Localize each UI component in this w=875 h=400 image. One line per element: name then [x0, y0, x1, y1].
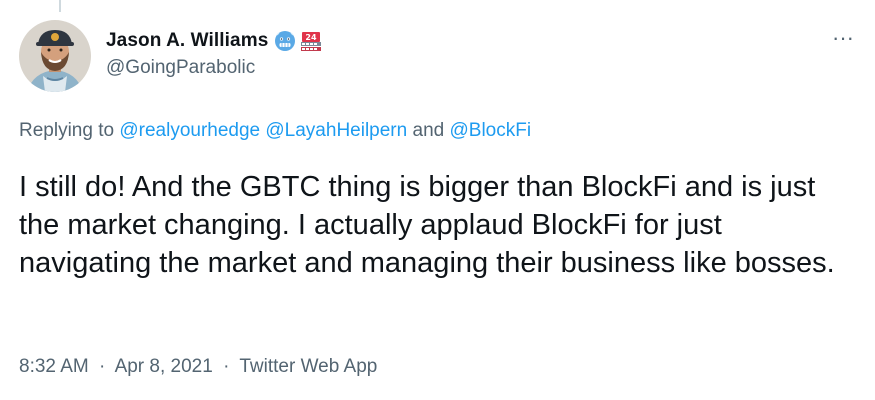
replying-to-conjunction: and — [412, 120, 445, 141]
tweet-body-text: I still do! And the GBTC thing is bigger… — [19, 171, 835, 279]
author-display-name[interactable]: Jason A. Williams — [106, 30, 268, 52]
cold-face-emoji-icon — [274, 30, 296, 52]
more-horizontal-icon: ··· — [832, 25, 854, 50]
author-info: Jason A. Williams 24 @GoingParabolic — [106, 27, 322, 79]
author-name-row: Jason A. Williams 24 — [106, 27, 322, 55]
meta-separator: · — [99, 356, 106, 377]
mention-link-blockfi[interactable]: @BlockFi — [449, 120, 531, 141]
mention-link-realyourhedge[interactable]: @realyourhedge — [119, 120, 260, 141]
more-options-button[interactable]: ··· — [829, 25, 857, 50]
svg-text:24: 24 — [306, 33, 318, 42]
replying-to-line: Replying to @realyourhedge @LayahHeilper… — [19, 120, 531, 142]
avatar-image — [19, 20, 91, 92]
mention-link-layahheilpern[interactable]: @LayahHeilpern — [265, 120, 407, 141]
thread-connector-line — [59, 0, 61, 12]
calendar-24-emoji-icon: 24 — [300, 30, 322, 52]
tweet-metadata: 8:32 AM · Apr 8, 2021 · Twitter Web App — [19, 356, 377, 378]
author-handle[interactable]: @GoingParabolic — [106, 57, 322, 79]
replying-to-label: Replying to — [19, 120, 115, 141]
tweet-source-app[interactable]: Twitter Web App — [239, 356, 377, 377]
avatar[interactable] — [19, 20, 91, 92]
tweet-timestamp-time[interactable]: 8:32 AM — [19, 356, 89, 377]
meta-separator: · — [223, 356, 230, 377]
tweet-timestamp-date[interactable]: Apr 8, 2021 — [115, 356, 213, 377]
